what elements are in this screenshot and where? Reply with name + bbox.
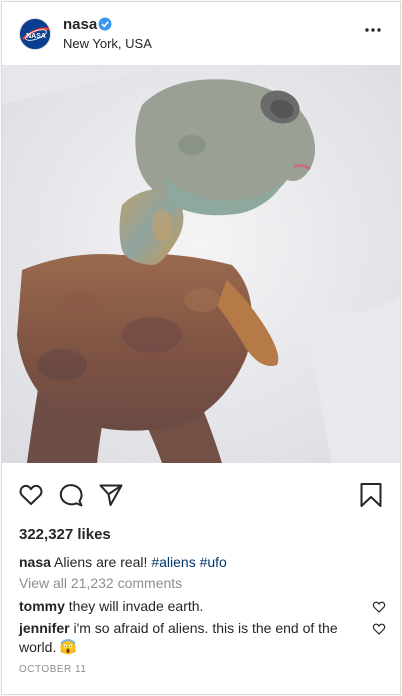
comment-text: they will invade earth. xyxy=(68,598,204,614)
post-location[interactable]: New York, USA xyxy=(63,36,152,51)
comment-username[interactable]: tommy xyxy=(19,598,65,614)
post-photo[interactable] xyxy=(2,65,400,463)
comment-like-heart-icon[interactable] xyxy=(372,622,386,636)
comment-like-heart-icon[interactable] xyxy=(372,600,386,614)
likes-count[interactable]: 322,327 likes xyxy=(19,526,111,543)
post-date[interactable]: OCTOBER 11 xyxy=(19,664,86,675)
alien-photo xyxy=(2,65,400,463)
comment-item: jennifer i'm so afraid of aliens. this i… xyxy=(19,619,359,657)
post-username[interactable]: nasa xyxy=(63,16,97,33)
avatar-logo-text: NASA xyxy=(26,33,46,40)
share-direct-icon[interactable] xyxy=(98,482,124,508)
verified-badge-icon xyxy=(98,17,112,31)
post-card: NASA nasa New York, USA 322,327 likes na… xyxy=(1,1,401,695)
view-all-comments-link[interactable]: View all 21,232 comments xyxy=(19,575,182,591)
scream-emoji-icon xyxy=(60,639,77,655)
caption-text: Aliens are real! xyxy=(54,554,148,570)
more-options-icon[interactable] xyxy=(360,20,386,40)
comment-bubble-icon[interactable] xyxy=(58,482,84,508)
hashtag-ufo[interactable]: #ufo xyxy=(200,554,227,570)
save-bookmark-icon[interactable] xyxy=(358,482,384,508)
post-header: NASA nasa New York, USA xyxy=(2,2,400,65)
avatar[interactable]: NASA xyxy=(19,18,51,50)
comment-username[interactable]: jennifer xyxy=(19,620,70,636)
caption-username[interactable]: nasa xyxy=(19,554,51,570)
post-actions xyxy=(2,472,400,516)
like-heart-icon[interactable] xyxy=(18,482,44,508)
post-caption: nasa Aliens are real! #aliens #ufo xyxy=(19,553,379,571)
comment-item: tommy they will invade earth. xyxy=(19,597,359,616)
hashtag-aliens[interactable]: #aliens xyxy=(151,554,195,570)
